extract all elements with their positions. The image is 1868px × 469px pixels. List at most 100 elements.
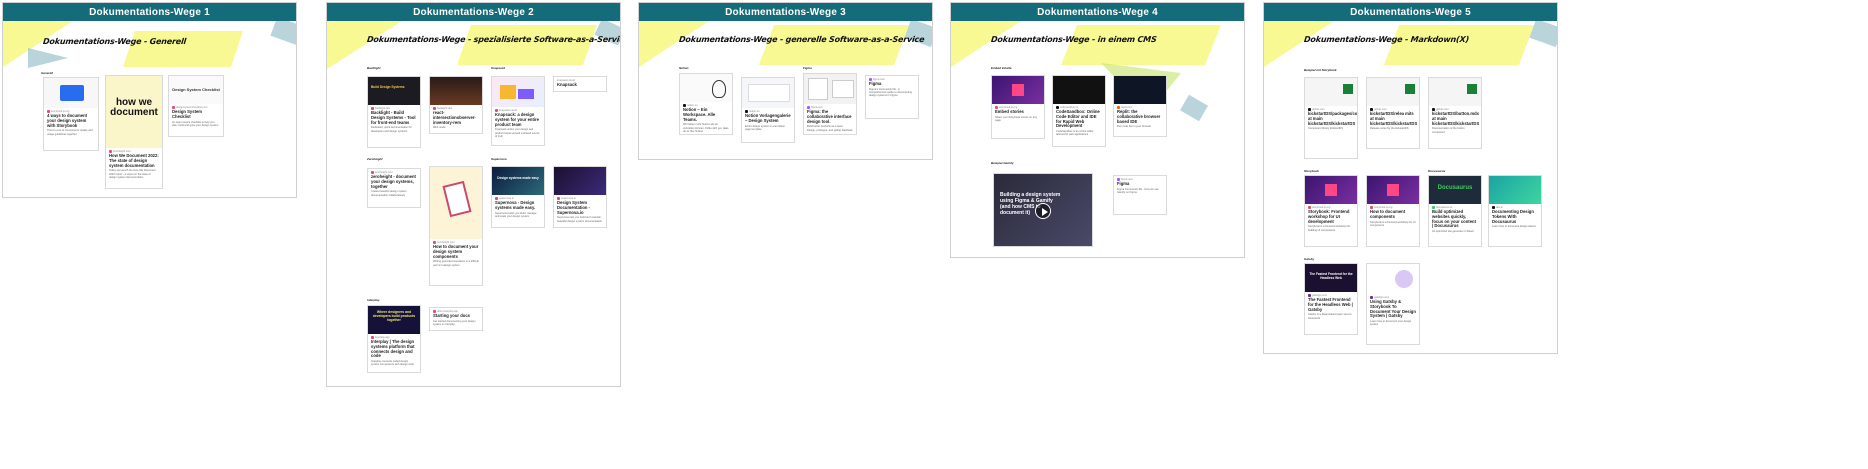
link-card[interactable]: docs.interplay.app Starting your docs Ge… [429, 307, 483, 331]
decorative-shape [639, 21, 709, 67]
card-description: Supernova helps you build, manage and sc… [495, 211, 537, 218]
card-description: Figma Community file - How we use Gamify… [1117, 187, 1159, 194]
card-description: Today we launch the How We Document 2022… [109, 169, 156, 179]
link-card[interactable]: backlight.dev react-intersectionobserver… [429, 76, 483, 134]
link-card[interactable]: Docusaurus docusaurus.io Build optimized… [1428, 175, 1482, 247]
thumbnail-text: how we document [110, 97, 158, 118]
card-title: How to document components [1370, 209, 1406, 219]
link-card[interactable]: figma.com Figma Figma Community file - H… [1113, 175, 1167, 215]
link-card[interactable]: github.com kickstartDS/relea mits at mai… [1366, 77, 1420, 149]
card-title: react-intersectionobserver-inventory-rem [433, 110, 476, 125]
link-card[interactable]: github.com kickstartDS/button.mdx at mai… [1428, 77, 1482, 149]
card-thumbnail: The Fastest Frontend for the Headless We… [1305, 264, 1357, 292]
card-title: Embed stories [995, 109, 1024, 114]
card-title: Design System Checklist [172, 109, 203, 119]
card-title: Knapsack [557, 82, 577, 87]
link-card[interactable]: figma.com Figma Figma's Community file -… [865, 75, 919, 119]
card-thumbnail: Docusaurus [1429, 176, 1481, 204]
link-card[interactable]: Build Design Systems backlight.dev Backl… [367, 76, 421, 148]
play-icon[interactable] [1035, 203, 1051, 219]
link-card[interactable]: notion.so Notion Vorlagengalerie – Desig… [741, 77, 795, 143]
section-label: Supernova [491, 157, 507, 161]
link-card[interactable]: figma.com Figma: the collaborative inter… [803, 73, 857, 135]
card-title: Design System Documentation - Supernova.… [557, 200, 591, 215]
card-description: Supernova lets you build and maintain be… [557, 216, 602, 223]
frame-dokumentations-wege-4: Dokumentations-Wege 4 Dokumentations-Weg… [950, 2, 1245, 258]
decorative-shape [1384, 25, 1534, 65]
card-title: Interplay | The design systems platform … [371, 339, 415, 359]
card-description: Knapsack unites your design and product … [495, 128, 540, 138]
link-card[interactable]: supernova.io Design System Documentation… [553, 166, 607, 228]
card-title: Knapsack: a design system for your entir… [495, 112, 539, 127]
link-card[interactable]: zeroheight.com zeroheight - document you… [367, 168, 421, 208]
link-card[interactable]: knapsack.cloud Knapsack: a design system… [491, 76, 545, 146]
card-thumbnail [1489, 176, 1541, 204]
card-thumbnail [1305, 176, 1357, 204]
card-description: Get started documenting your design syst… [433, 319, 476, 326]
card-title: kickstartDS/packages/components/docs at … [1308, 111, 1358, 126]
section-label: Storybook [1304, 169, 1319, 173]
card-title: CodeSandbox: Online Code Editor and IDE … [1056, 109, 1100, 129]
link-card[interactable]: storybook.js.org How to document compone… [1366, 175, 1420, 247]
link-card[interactable]: gatsbyjs.com Using Gatsby & Storybook To… [1366, 263, 1420, 345]
card-thumbnail [680, 74, 732, 102]
link-card[interactable]: storybook.js.org Storybook: Frontend wor… [1304, 175, 1358, 247]
decorative-shape [1529, 18, 1557, 48]
link-card[interactable]: dev.to Documenting Design Tokens With Do… [1488, 175, 1542, 247]
card-title: How We Document 2022: The state of desig… [109, 153, 159, 168]
card-description: Storybook is a frontend workshop for bui… [1308, 225, 1351, 232]
card-thumbnail [430, 167, 482, 239]
decorative-shape [1179, 94, 1209, 122]
card-title: kickstartDS/relea mits at main kickstart… [1370, 111, 1418, 126]
link-card[interactable]: how we document zeroheight.com How We Do… [105, 75, 163, 189]
card-thumbnail [1367, 78, 1419, 106]
section-label: Knapsack [491, 66, 506, 70]
section-label: Generell [41, 71, 54, 75]
frame-dokumentations-wege-5: Dokumentations-Wege 5 Dokumentations-Weg… [1263, 2, 1558, 354]
card-description: Wir haben mehr Nutzer als wir verkraften… [683, 123, 729, 133]
link-card[interactable]: github.com kickstartDS/packages/componen… [1304, 77, 1358, 159]
card-description: Storybook is a frontend workshop for UI … [1370, 220, 1416, 227]
section-label: Interplay [367, 298, 380, 302]
frame-header: Dokumentations-Wege 3 [639, 3, 932, 21]
card-thumbnail: Build Design Systems [368, 77, 420, 105]
card-description: An optimized site generator in React [1432, 230, 1474, 234]
card-description: Learn how to document design tokens [1492, 225, 1536, 229]
card-title: Using Gatsby & Storybook To Document You… [1370, 299, 1416, 319]
card-thumbnail [1114, 76, 1166, 104]
thumbnail-text: Design systems made easy [497, 176, 539, 180]
section-label: Docusaurus [1428, 169, 1446, 173]
video-thumbnail: Building a design system using Figma & G… [994, 174, 1092, 246]
card-title: 4 ways to document your design system wi… [47, 113, 88, 128]
card-thumbnail [992, 76, 1044, 104]
link-card[interactable]: Where designers and developers build pro… [367, 305, 421, 373]
card-description: Interplay connects coded design system c… [371, 360, 414, 367]
card-thumbnail: Where designers and developers build pro… [368, 306, 420, 334]
section-label: Beispiel Gamify [991, 161, 1014, 165]
card-thumbnail [430, 77, 482, 105]
link-card[interactable]: Design System Checklist designsystemchec… [168, 75, 224, 137]
card-description: Create beautiful design system documenta… [371, 190, 407, 197]
frame-header: Dokumentations-Wege 5 [1264, 3, 1557, 21]
card-title: Figma: the collaborative interface desig… [807, 109, 852, 124]
link-card[interactable]: storybook.js.org 4 ways to document your… [43, 77, 99, 151]
link-card[interactable]: Design systems made easy supernova.io Su… [491, 166, 545, 228]
decorative-shape [28, 48, 68, 68]
frame-header: Dokumentations-Wege 1 [3, 3, 296, 21]
card-description: Figma's Community file - A comprehensive… [869, 87, 913, 98]
frame-header: Dokumentations-Wege 2 [327, 3, 620, 21]
frame-dokumentations-wege-1: Dokumentations-Wege 1 Dokumentations-Weg… [2, 2, 297, 198]
link-card[interactable]: knapsack.cloud Knapsack [553, 76, 607, 92]
link-card[interactable]: notion.so Notion – Ein Workspace. Alle T… [679, 73, 733, 135]
link-card[interactable]: replit.com Replit: the collaborative bro… [1113, 75, 1167, 137]
card-thumbnail [1367, 176, 1419, 204]
section-label: Backlight [367, 66, 381, 70]
link-card[interactable]: codesandbox.io CodeSandbox: Online Code … [1052, 75, 1106, 147]
card-description: Run code live in your browser [1117, 125, 1152, 129]
card-thumbnail [742, 78, 794, 108]
link-card[interactable]: The Fastest Frontend for the Headless We… [1304, 263, 1358, 335]
link-card[interactable]: zeroheight.com How to document your desi… [429, 166, 483, 286]
card-thumbnail [1367, 264, 1419, 294]
link-card[interactable]: storybook.js.org Embed stories Share you… [991, 75, 1045, 139]
video-card[interactable]: Building a design system using Figma & G… [993, 173, 1093, 247]
